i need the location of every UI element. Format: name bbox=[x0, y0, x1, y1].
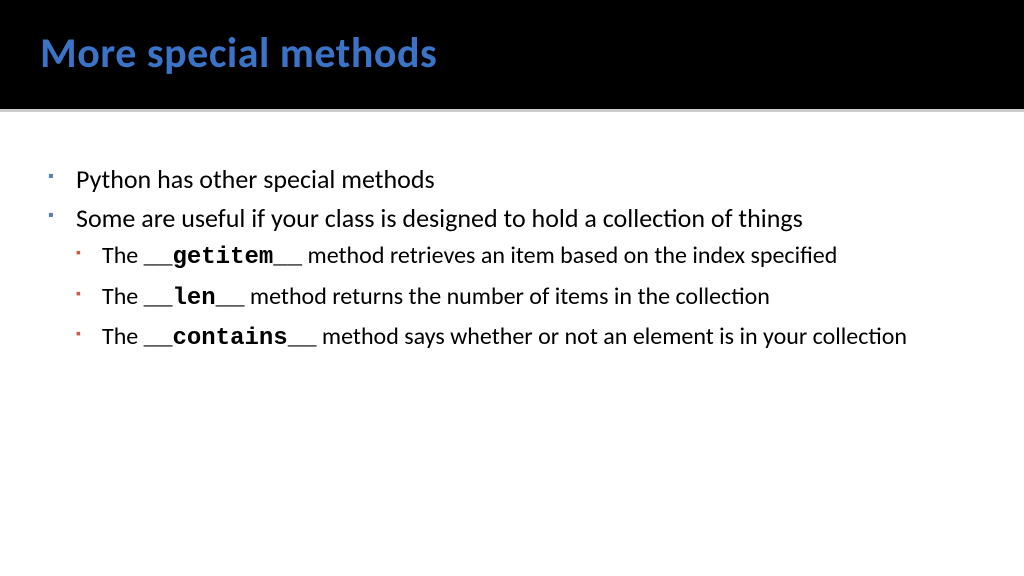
list-item: The __len__ method returns the number of… bbox=[76, 281, 976, 315]
list-item: The __getitem__ method retrieves an item… bbox=[76, 240, 976, 274]
list-item: Some are useful if your class is designe… bbox=[48, 201, 976, 355]
text-prefix: The bbox=[102, 322, 144, 351]
text-suffix: method returns the number of items in th… bbox=[245, 282, 770, 311]
code-method: __len__ bbox=[144, 285, 245, 312]
bullet-list: Python has other special methods Some ar… bbox=[48, 162, 976, 355]
slide-title: More special methods bbox=[40, 28, 984, 79]
bullet-text: Some are useful if your class is designe… bbox=[76, 202, 803, 234]
slide-content: Python has other special methods Some ar… bbox=[0, 112, 1024, 355]
bullet-text: Python has other special methods bbox=[76, 163, 435, 195]
text-suffix: method retrieves an item based on the in… bbox=[302, 241, 837, 270]
text-prefix: The bbox=[102, 282, 144, 311]
text-suffix: method says whether or not an element is… bbox=[317, 322, 908, 351]
code-method: __contains__ bbox=[144, 325, 317, 352]
code-method: __getitem__ bbox=[144, 244, 302, 271]
text-prefix: The bbox=[102, 241, 144, 270]
slide-header: More special methods bbox=[0, 0, 1024, 112]
list-item: Python has other special methods bbox=[48, 162, 976, 197]
sub-bullet-list: The __getitem__ method retrieves an item… bbox=[76, 240, 976, 355]
list-item: The __contains__ method says whether or … bbox=[76, 321, 976, 355]
